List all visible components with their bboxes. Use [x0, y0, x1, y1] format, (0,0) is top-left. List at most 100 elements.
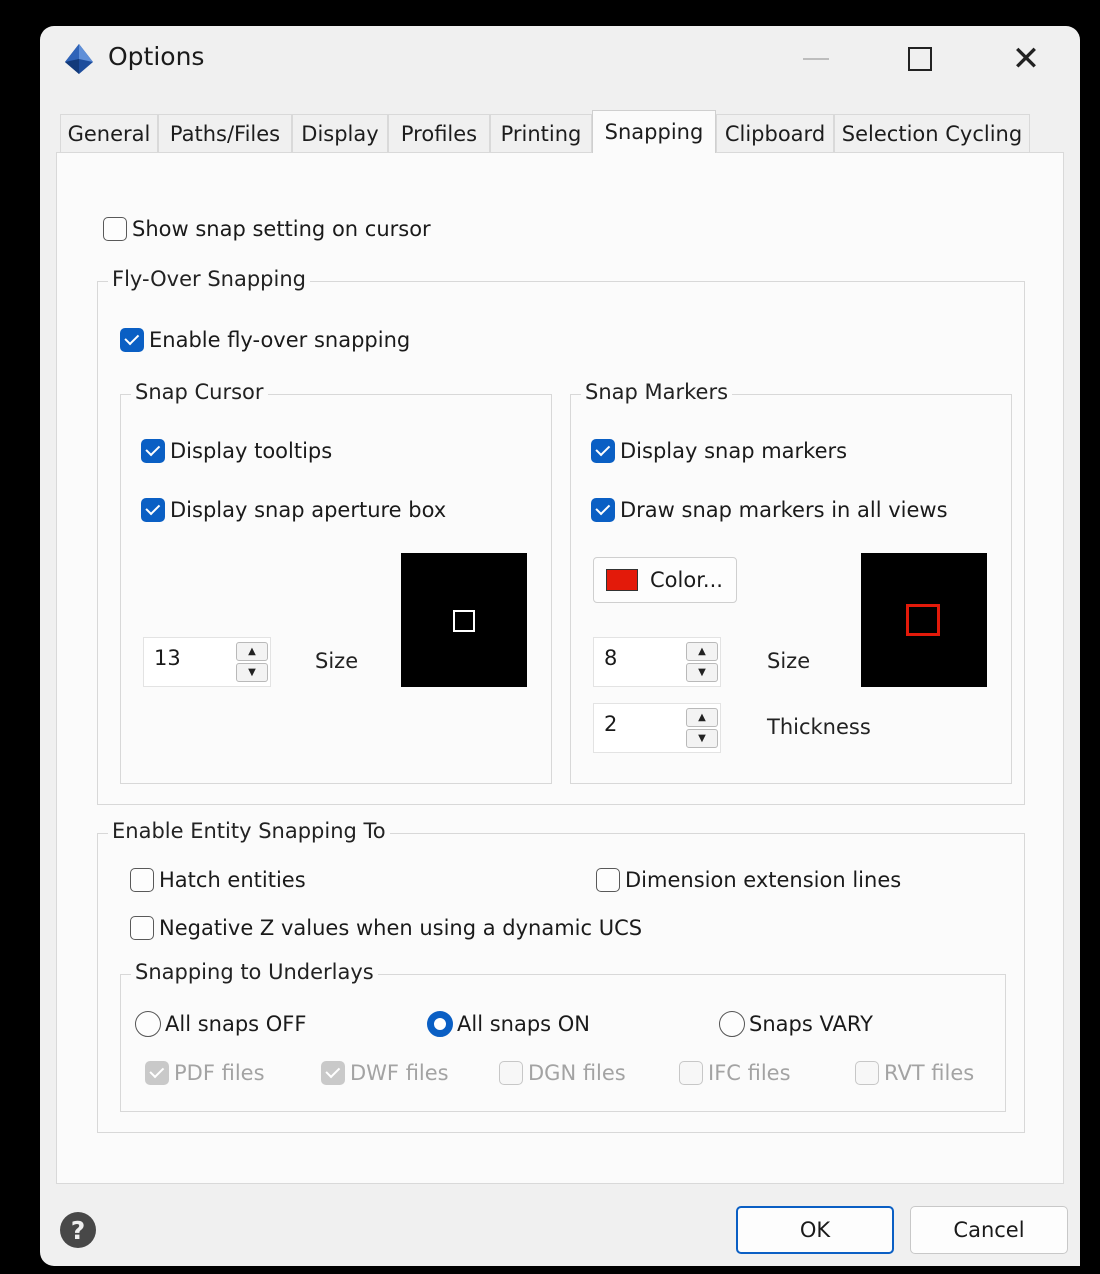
- checkbox-label: Enable fly-over snapping: [149, 328, 411, 352]
- marker-size-spinner[interactable]: 8 ▲ ▼: [593, 637, 721, 687]
- radio-all-snaps-on[interactable]: All snaps ON: [427, 1011, 590, 1037]
- cancel-button[interactable]: Cancel: [910, 1206, 1068, 1254]
- marker-shape: [906, 604, 940, 636]
- radio-all-snaps-off[interactable]: All snaps OFF: [135, 1011, 306, 1037]
- checkbox-box: [591, 498, 615, 522]
- display-aperture-box-checkbox[interactable]: Display snap aperture box: [141, 498, 446, 522]
- rvt-files-checkbox[interactable]: RVT files: [855, 1061, 974, 1085]
- enable-flyover-checkbox[interactable]: Enable fly-over snapping: [120, 328, 410, 352]
- marker-preview: [861, 553, 987, 687]
- display-snap-markers-checkbox[interactable]: Display snap markers: [591, 439, 847, 463]
- marker-size-label: Size: [767, 649, 811, 673]
- checkbox-box: [499, 1061, 523, 1085]
- tab-selection-cycling[interactable]: Selection Cycling: [834, 114, 1030, 152]
- dgn-files-checkbox[interactable]: DGN files: [499, 1061, 626, 1085]
- checkbox-box: [141, 498, 165, 522]
- tab-general[interactable]: General: [60, 114, 158, 152]
- checkbox-label: Negative Z values when using a dynamic U…: [159, 916, 643, 940]
- checkbox-label: RVT files: [884, 1061, 975, 1085]
- checkbox-box: [130, 916, 154, 940]
- checkbox-box: [596, 868, 620, 892]
- radio-label: All snaps ON: [457, 1012, 591, 1036]
- checkbox-box: [145, 1061, 169, 1085]
- aperture-box-shape: [453, 610, 475, 632]
- checkbox-label: Hatch entities: [159, 868, 306, 892]
- checkbox-box: [141, 439, 165, 463]
- checkbox-label: DWF files: [350, 1061, 449, 1085]
- tab-profiles[interactable]: Profiles: [388, 114, 490, 152]
- display-tooltips-checkbox[interactable]: Display tooltips: [141, 439, 332, 463]
- dimension-extension-checkbox[interactable]: Dimension extension lines: [596, 868, 901, 892]
- maximize-button[interactable]: [890, 36, 950, 82]
- spin-down-button[interactable]: ▼: [686, 663, 718, 682]
- color-swatch: [606, 569, 638, 591]
- marker-color-button[interactable]: Color...: [593, 557, 737, 603]
- checkbox-label: Display snap markers: [620, 439, 848, 463]
- minimize-button[interactable]: [786, 36, 846, 82]
- spinner-value: 8: [604, 646, 618, 670]
- checkbox-label: IFC files: [708, 1061, 791, 1085]
- title-bar: Options ✕: [40, 26, 1080, 94]
- ok-button[interactable]: OK: [736, 1206, 894, 1254]
- tab-snapping[interactable]: Snapping: [592, 110, 716, 153]
- app-logo-icon: [65, 44, 93, 74]
- checkbox-box: [855, 1061, 879, 1085]
- color-button-label: Color...: [650, 568, 723, 592]
- negative-z-checkbox[interactable]: Negative Z values when using a dynamic U…: [130, 916, 642, 940]
- radio-circle: [427, 1011, 453, 1037]
- close-button[interactable]: ✕: [996, 36, 1056, 82]
- window-title: Options: [108, 42, 205, 71]
- pdf-files-checkbox[interactable]: PDF files: [145, 1061, 265, 1085]
- hatch-entities-checkbox[interactable]: Hatch entities: [130, 868, 306, 892]
- spin-up-button[interactable]: ▲: [236, 642, 268, 661]
- cursor-size-label: Size: [315, 649, 359, 673]
- checkbox-box: [321, 1061, 345, 1085]
- spin-down-button[interactable]: ▼: [236, 663, 268, 682]
- radio-label: Snaps VARY: [749, 1012, 873, 1036]
- radio-circle: [719, 1011, 745, 1037]
- ifc-files-checkbox[interactable]: IFC files: [679, 1061, 791, 1085]
- flyover-snapping-group: Fly-Over Snapping Enable fly-over snappi…: [97, 267, 1025, 805]
- group-legend: Snap Cursor: [131, 380, 268, 404]
- snap-cursor-group: Snap Cursor Display tooltips Display sna…: [120, 380, 552, 784]
- checkbox-box: [591, 439, 615, 463]
- close-icon: ✕: [1011, 39, 1041, 79]
- aperture-preview: [401, 553, 527, 687]
- spinner-value: 13: [154, 646, 181, 670]
- tab-clipboard[interactable]: Clipboard: [716, 114, 834, 152]
- tab-strip: General Paths/Files Display Profiles Pri…: [60, 110, 1060, 153]
- spin-down-button[interactable]: ▼: [686, 729, 718, 748]
- group-legend: Enable Entity Snapping To: [108, 819, 390, 843]
- tab-display[interactable]: Display: [292, 114, 388, 152]
- spinner-value: 2: [604, 712, 618, 736]
- marker-thickness-spinner[interactable]: 2 ▲ ▼: [593, 703, 721, 753]
- underlays-group: Snapping to Underlays All snaps OFF All …: [120, 960, 1006, 1112]
- cursor-size-spinner[interactable]: 13 ▲ ▼: [143, 637, 271, 687]
- checkbox-box: [130, 868, 154, 892]
- checkbox-label: Draw snap markers in all views: [620, 498, 948, 522]
- group-legend: Snap Markers: [581, 380, 733, 404]
- tab-printing[interactable]: Printing: [490, 114, 592, 152]
- snapping-panel: Show snap setting on cursor Fly-Over Sna…: [56, 152, 1064, 1184]
- minimize-icon: [803, 58, 829, 60]
- draw-markers-all-views-checkbox[interactable]: Draw snap markers in all views: [591, 498, 948, 522]
- tab-paths-files[interactable]: Paths/Files: [158, 114, 292, 152]
- options-dialog: Options ✕ General Paths/Files Display Pr…: [40, 26, 1080, 1266]
- checkbox-label: Display tooltips: [170, 439, 333, 463]
- maximize-icon: [908, 47, 932, 71]
- snap-markers-group: Snap Markers Display snap markers Draw s…: [570, 380, 1012, 784]
- spin-up-button[interactable]: ▲: [686, 708, 718, 727]
- dwf-files-checkbox[interactable]: DWF files: [321, 1061, 449, 1085]
- help-icon[interactable]: ?: [60, 1212, 96, 1248]
- group-legend: Fly-Over Snapping: [108, 267, 310, 291]
- radio-snaps-vary[interactable]: Snaps VARY: [719, 1011, 873, 1037]
- checkbox-box: [103, 217, 127, 241]
- radio-label: All snaps OFF: [165, 1012, 307, 1036]
- checkbox-box: [120, 328, 144, 352]
- checkbox-box: [679, 1061, 703, 1085]
- show-snap-setting-checkbox[interactable]: Show snap setting on cursor: [103, 217, 431, 241]
- checkbox-label: Show snap setting on cursor: [132, 217, 431, 241]
- spin-up-button[interactable]: ▲: [686, 642, 718, 661]
- group-legend: Snapping to Underlays: [131, 960, 378, 984]
- checkbox-label: Dimension extension lines: [625, 868, 902, 892]
